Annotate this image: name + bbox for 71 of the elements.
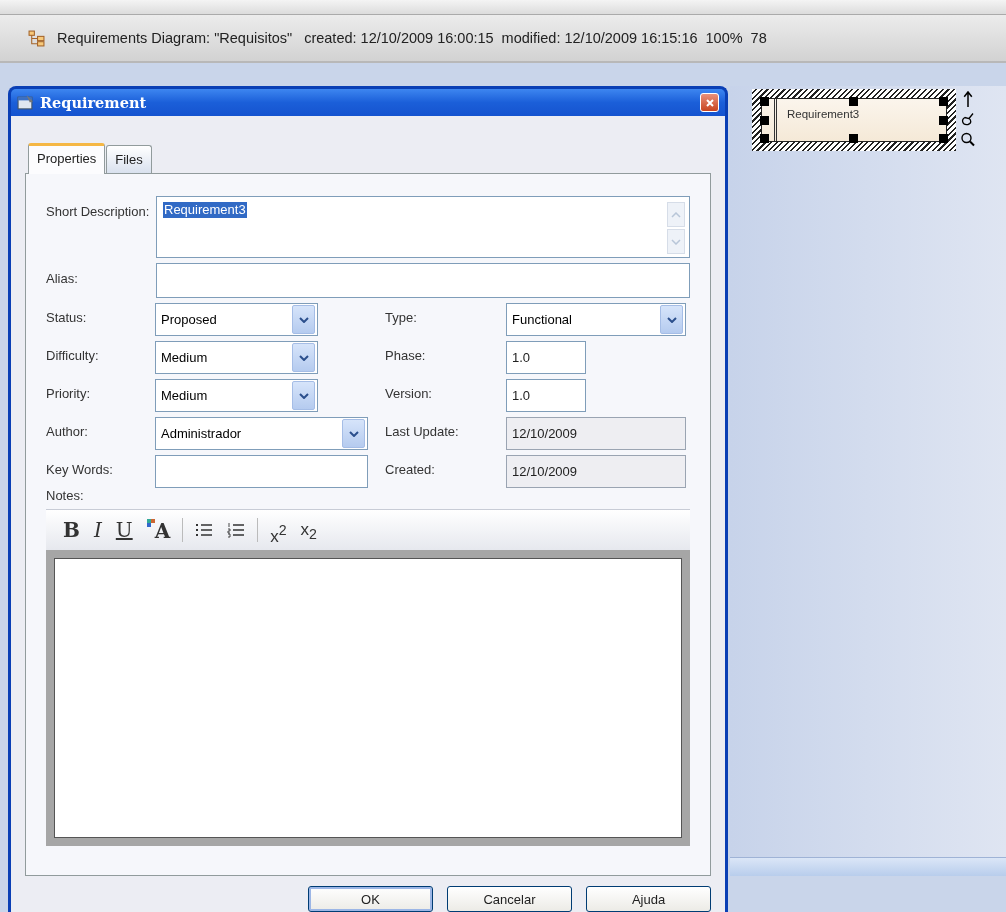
scroll-down-button[interactable] — [667, 229, 685, 254]
search-icon[interactable] — [960, 131, 976, 148]
readonly-field[interactable]: 12/10/2009 — [506, 417, 686, 450]
dropdown[interactable]: Proposed — [155, 303, 318, 336]
field-label: Difficulty: — [46, 347, 100, 364]
close-icon — [704, 97, 715, 108]
resize-handle[interactable] — [760, 97, 769, 106]
dropdown[interactable]: Functional — [506, 303, 686, 336]
status-text: modified: 12/10/2009 16:15:16 — [501, 30, 698, 46]
field-label: Phase: — [385, 347, 427, 364]
chevron-down-icon — [666, 316, 677, 323]
hook-icon[interactable] — [960, 111, 976, 128]
scroll-bar[interactable] — [667, 202, 685, 254]
palette-icon — [146, 519, 155, 527]
field-label: Alias: — [46, 270, 79, 288]
status-text: Requirements Diagram: "Requisitos" — [57, 30, 293, 46]
underline-button[interactable]: U — [110, 515, 138, 545]
status-text: created: 12/10/2009 16:00:15 — [304, 30, 494, 46]
dialog-button[interactable]: Cancelar — [447, 886, 572, 912]
field-label: Key Words: — [46, 461, 114, 478]
bold-button[interactable]: B — [58, 515, 85, 545]
description-field[interactable]: Requirement3 — [156, 196, 690, 258]
field-value: Requirement3 — [163, 202, 247, 218]
dialog-button[interactable]: OK — [308, 886, 433, 912]
field-label: Status: — [46, 309, 88, 326]
resize-handle[interactable] — [849, 134, 858, 143]
alias-field[interactable] — [156, 263, 690, 298]
field-label: Created: — [385, 461, 436, 478]
requirement-element[interactable]: Requirement3 — [761, 98, 947, 142]
chevron-down-icon — [298, 316, 309, 323]
element-name: Requirement3 — [787, 108, 860, 120]
field-label: Last Update: — [385, 423, 460, 440]
window-title: Requirement — [40, 94, 148, 111]
input-field[interactable] — [155, 455, 368, 488]
dropdown[interactable]: Medium — [155, 341, 318, 374]
bullet-list-icon — [195, 522, 214, 538]
status-text: 100% — [705, 30, 743, 46]
tab[interactable]: Files — [106, 145, 152, 173]
field-label: Type: — [385, 309, 418, 326]
dropdown[interactable]: Administrador — [155, 417, 368, 450]
input-field[interactable]: 1.0 — [506, 341, 586, 374]
input-field[interactable]: 1.0 — [506, 379, 586, 412]
chevron-down-icon — [348, 430, 359, 437]
field-label: Notes: — [46, 488, 85, 505]
numbered-list-icon — [227, 522, 246, 538]
diagram-icon — [28, 29, 45, 47]
field-label: Short Description: — [46, 203, 151, 221]
script-button[interactable]: x$^{2}$ — [265, 515, 292, 545]
resize-handle[interactable] — [849, 97, 858, 106]
close-button[interactable] — [700, 93, 719, 112]
chevron-down-icon — [298, 354, 309, 361]
dialog-button[interactable]: Ajuda — [586, 886, 711, 912]
field-label: Author: — [46, 423, 89, 440]
resize-handle[interactable] — [939, 97, 948, 106]
scroll-up-button[interactable] — [667, 202, 685, 227]
font-color-button[interactable]: A — [141, 515, 176, 545]
italic-button[interactable]: I — [88, 515, 107, 545]
chevron-down-icon — [671, 238, 681, 245]
chevron-up-icon — [671, 211, 681, 218]
selection-frame[interactable]: Requirement3 — [752, 89, 956, 151]
notes-field[interactable] — [54, 558, 682, 838]
scroll-bar[interactable] — [730, 857, 1006, 876]
status-text: 78 — [750, 30, 767, 46]
field-label: Priority: — [46, 385, 92, 402]
window-icon — [17, 94, 34, 111]
tab[interactable]: Properties — [28, 143, 106, 174]
readonly-field[interactable]: 12/10/2009 — [506, 455, 686, 488]
field-label: Version: — [385, 385, 433, 402]
chevron-down-icon — [298, 392, 309, 399]
dropdown[interactable]: Medium — [155, 379, 318, 412]
script-button[interactable]: x$_{2}$ — [295, 515, 322, 545]
